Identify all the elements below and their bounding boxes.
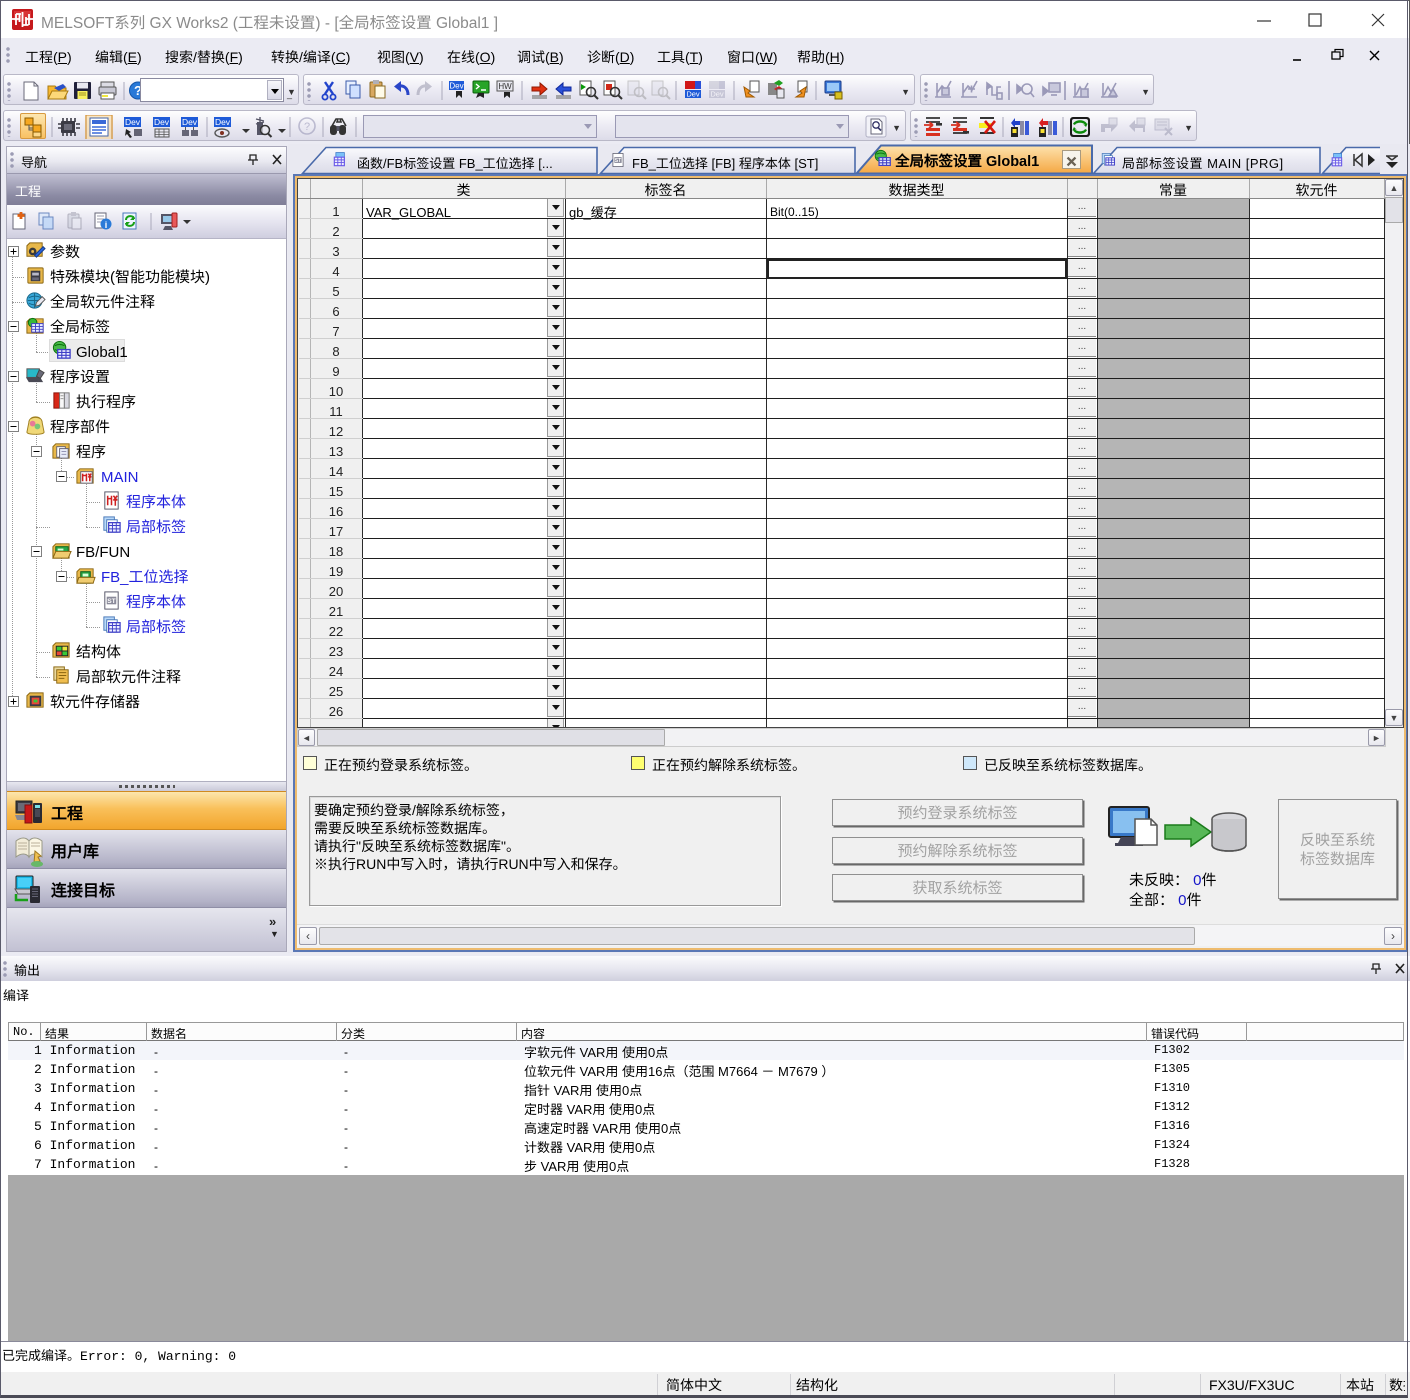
- svg-text:Dev: Dev: [710, 90, 724, 99]
- svg-text:HW: HW: [498, 82, 512, 91]
- svg-text:Dev: Dev: [182, 117, 198, 127]
- svg-text:Dev: Dev: [449, 82, 463, 91]
- svg-text:Dev: Dev: [686, 90, 700, 99]
- svg-text:i: i: [105, 220, 108, 230]
- svg-text:Dev: Dev: [125, 117, 141, 127]
- svg-text:?: ?: [304, 121, 310, 133]
- svg-text:Dev: Dev: [154, 117, 170, 127]
- svg-text:Dev: Dev: [215, 117, 231, 127]
